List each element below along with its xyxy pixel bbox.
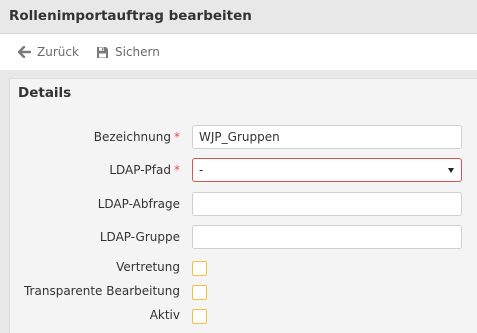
required-marker: *	[174, 163, 180, 177]
transparente-bearbeitung-label: Transparente Bearbeitung	[23, 284, 180, 298]
floppy-disk-icon	[96, 46, 109, 59]
back-button[interactable]: Zurück	[18, 43, 79, 61]
transparente-bearbeitung-checkbox[interactable]	[192, 285, 207, 300]
title-bar: Rollenimportauftrag bearbeiten	[0, 0, 477, 34]
form-row-vertretung: Vertretung	[10, 257, 477, 279]
required-marker: *	[174, 130, 180, 144]
page-title: Rollenimportauftrag bearbeiten	[9, 8, 252, 24]
ldap-gruppe-label: LDAP-Gruppe	[99, 230, 180, 244]
caret-down-icon	[448, 168, 454, 173]
form-row-ldap-pfad: LDAP-Pfad * -	[10, 158, 477, 184]
form-row-aktiv: Aktiv	[10, 305, 477, 327]
aktiv-label: Aktiv	[149, 308, 180, 322]
ldap-abfrage-input[interactable]	[192, 192, 462, 216]
form-row-transparente-bearbeitung: Transparente Bearbeitung	[10, 281, 477, 303]
save-button-label: Sichern	[115, 45, 160, 59]
ldap-pfad-select[interactable]: -	[192, 158, 462, 182]
form-row-ldap-gruppe: LDAP-Gruppe	[10, 225, 477, 251]
panel-title: Details	[18, 85, 72, 101]
aktiv-checkbox[interactable]	[192, 309, 207, 324]
toolbar: Zurück Sichern	[0, 34, 477, 70]
bezeichnung-label: Bezeichnung *	[93, 130, 180, 144]
ldap-pfad-selected-value: -	[199, 163, 204, 177]
save-button[interactable]: Sichern	[96, 43, 160, 61]
content-area: Details Bezeichnung * WJP_Gruppen LDAP-Pf…	[0, 70, 477, 333]
ldap-abfrage-label: LDAP-Abfrage	[97, 197, 180, 211]
form-row-ldap-abfrage: LDAP-Abfrage	[10, 192, 477, 218]
bezeichnung-input[interactable]: WJP_Gruppen	[192, 125, 462, 149]
vertretung-label: Vertretung	[116, 260, 180, 274]
details-panel: Details Bezeichnung * WJP_Gruppen LDAP-Pf…	[9, 78, 477, 333]
form-row-bezeichnung: Bezeichnung * WJP_Gruppen	[10, 125, 477, 151]
ldap-gruppe-input[interactable]	[192, 225, 462, 249]
arrow-left-icon	[18, 46, 31, 58]
ldap-pfad-label: LDAP-Pfad *	[109, 163, 180, 177]
vertretung-checkbox[interactable]	[192, 261, 207, 276]
back-button-label: Zurück	[37, 45, 79, 59]
